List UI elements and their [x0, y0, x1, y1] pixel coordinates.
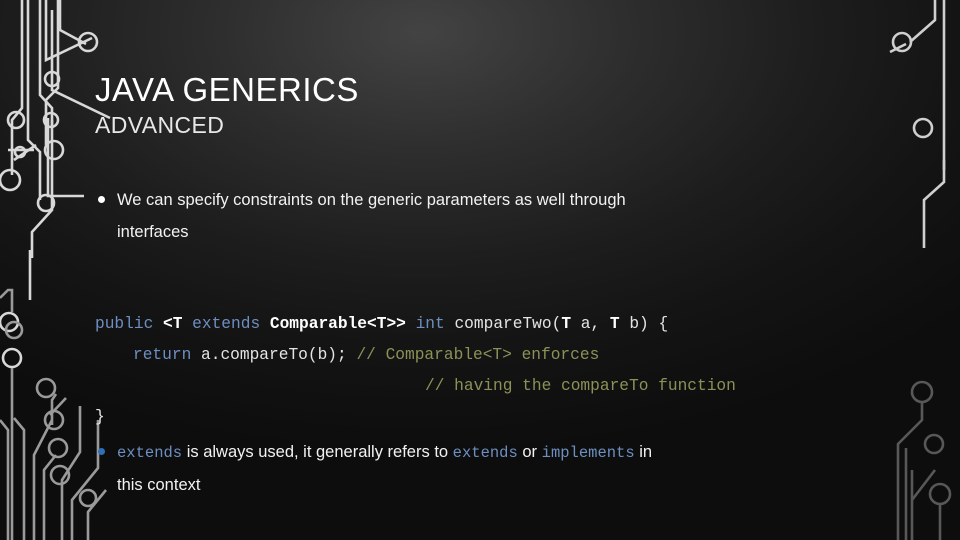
code-line-3: // having the compareTo function [95, 377, 736, 395]
list-item: We can specify constraints on the generi… [95, 184, 835, 248]
keyword-return: return [133, 346, 192, 364]
slide-content: JAVA GENERICS ADVANCED We can specify co… [0, 0, 960, 540]
inline-code-extends-1: extends [117, 444, 183, 462]
code-line-1: public <T extends Comparable<T>> int com… [95, 315, 668, 333]
code-line-4: } [95, 408, 105, 426]
bullet-text-line2: this context [117, 476, 201, 494]
keyword-public: public [95, 315, 154, 333]
method-signature: compareTwo( [444, 315, 562, 333]
param-name-2: b) { [619, 315, 669, 333]
inline-code-implements: implements [541, 444, 635, 462]
keyword-int: int [415, 315, 445, 333]
bullet-dot-icon [98, 448, 105, 455]
bullet-list-intro: We can specify constraints on the generi… [95, 184, 835, 248]
list-item: extends is always used, it generally ref… [95, 436, 835, 501]
bullet-text-a: is always used, it generally refers to [182, 443, 453, 461]
bullet-text-line1: We can specify constraints on the generi… [117, 191, 626, 209]
code-comment-1: // Comparable<T> enforces [356, 346, 600, 364]
bullet-dot-icon [98, 196, 105, 203]
param-name-1: a, [571, 315, 610, 333]
slide: JAVA GENERICS ADVANCED We can specify co… [0, 0, 960, 540]
closing-brace: } [95, 408, 105, 426]
generic-bound: Comparable<T>> [260, 315, 416, 333]
bullet-text-b: or [517, 443, 542, 461]
bullet-list-note: extends is always used, it generally ref… [95, 436, 835, 501]
page-title: JAVA GENERICS [95, 71, 359, 108]
keyword-extends: extends [192, 315, 261, 333]
return-expression: a.compareTo(b); [191, 346, 357, 364]
param-type-2: T [609, 315, 620, 333]
bullet-text-line2: interfaces [117, 223, 189, 241]
generic-open: <T [153, 315, 193, 333]
param-type-1: T [561, 315, 572, 333]
page-subtitle: ADVANCED [95, 112, 225, 138]
bullet-text-c: in [634, 443, 653, 461]
code-line-2: return a.compareTo(b); // Comparable<T> … [95, 346, 599, 364]
inline-code-extends-2: extends [452, 444, 518, 462]
code-comment-2: // having the compareTo function [425, 377, 736, 395]
